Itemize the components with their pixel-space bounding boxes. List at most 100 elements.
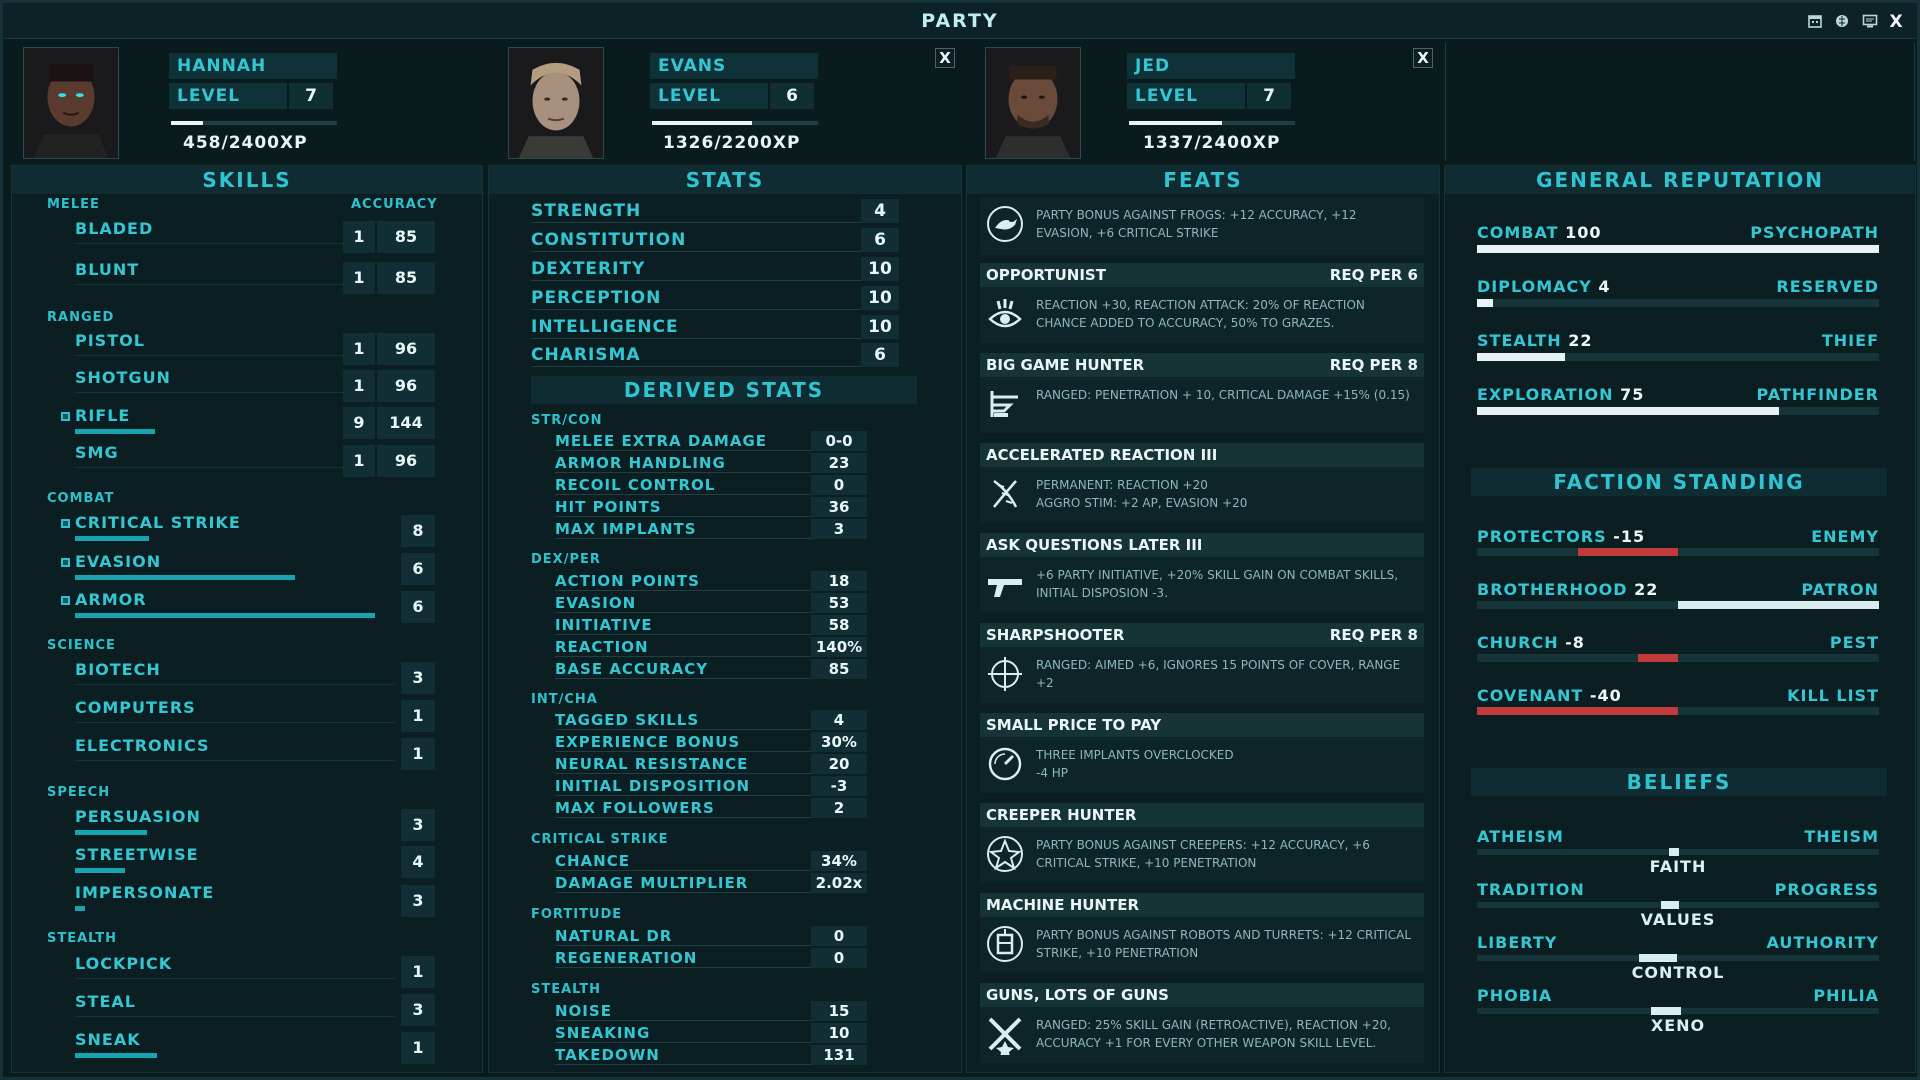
skill-bladed[interactable]: BLADED (75, 219, 153, 238)
skill-electronics[interactable]: ELECTRONICS (75, 736, 210, 755)
feat-card[interactable]: MACHINE HUNTER PARTY BONUS AGAINST ROBOT… (980, 893, 1424, 973)
derived-value: 2.02x (811, 873, 867, 893)
faction-bar-fill (1637, 654, 1678, 662)
skill-lockpick[interactable]: LOCKPICK (75, 954, 172, 973)
belief-marker (1668, 848, 1679, 856)
feat-card[interactable]: OPPORTUNIST REQ PER 6 REACTION +30, REACT… (980, 263, 1424, 343)
skill-smg[interactable]: SMG (75, 443, 119, 462)
skill-steal[interactable]: STEAL (75, 992, 136, 1011)
derived-value: 20 (811, 754, 867, 774)
derived-value: 0-0 (811, 431, 867, 451)
portrait-evans[interactable] (508, 47, 604, 159)
reputation-bar-fill (1477, 407, 1779, 415)
feat-card[interactable]: CREEPER HUNTER PARTY BONUS AGAINST CREEP… (980, 803, 1424, 883)
monitor-icon[interactable] (1861, 13, 1879, 31)
feat-card[interactable]: ASK QUESTIONS LATER III +6 PARTY INITIAT… (980, 533, 1424, 613)
skill-persuasion[interactable]: PERSUASION (75, 807, 201, 826)
faction-brotherhood: BROTHERHOOD 22 PATRON (1477, 580, 1879, 599)
skill-rank: 1 (401, 738, 435, 770)
skill-pistol[interactable]: PISTOL (75, 331, 145, 350)
skill-rank: 1 (401, 1032, 435, 1064)
derived-stat: HIT POINTS (555, 497, 811, 517)
feat-card[interactable]: BIG GAME HUNTER REQ PER 8 RANGED: PENETRA… (980, 353, 1424, 433)
feat-card[interactable]: PARTY BONUS AGAINST FROGS: +12 ACCURACY,… (980, 197, 1424, 255)
reputation-title: GENERAL REPUTATION (1445, 166, 1915, 194)
faction-bar (1477, 601, 1879, 609)
skill-progress-bar (75, 1053, 157, 1058)
level-value: 7 (1247, 83, 1291, 109)
brain-icon[interactable] (1833, 13, 1851, 31)
calendar-icon[interactable] (1806, 13, 1824, 31)
skill-sneak[interactable]: SNEAK (75, 1030, 141, 1049)
portrait-jed[interactable] (985, 47, 1081, 159)
feat-requirement: REQ PER 6 (1329, 266, 1418, 284)
skill-rifle[interactable]: RIFLE (75, 406, 130, 425)
feat-card[interactable]: GUNS, LOTS OF GUNS RANGED: 25% SKILL GAI… (980, 983, 1424, 1063)
stat-value: 10 (861, 315, 899, 339)
derived-stat: INITIAL DISPOSITION (555, 776, 811, 796)
skill-accuracy: 96 (377, 445, 435, 477)
skill-armor[interactable]: ARMOR (75, 590, 147, 609)
faction-bar-fill (1678, 601, 1879, 609)
close-icon[interactable]: X (1887, 13, 1905, 31)
feat-name: SHARPSHOOTER (986, 626, 1125, 644)
skills-title: SKILLS (12, 166, 482, 194)
feat-card[interactable]: ACCELERATED REACTION III PERMANENT: REAC… (980, 443, 1424, 523)
derived-stat: ACTION POINTS (555, 571, 811, 591)
xp-bar-fill (171, 121, 203, 125)
skill-progress-bar (75, 613, 375, 618)
feat-description: RANGED: 25% SKILL GAIN (RETROACTIVE), RE… (1036, 1018, 1391, 1050)
skill-shotgun[interactable]: SHOTGUN (75, 368, 171, 387)
tagged-skill-icon (61, 412, 70, 421)
crosshair-icon (984, 653, 1026, 695)
skill-impersonate[interactable]: IMPERSONATE (75, 883, 214, 902)
stat-intelligence: INTELLIGENCE (531, 315, 861, 339)
derived-value: 36 (811, 497, 867, 517)
empty-party-slot[interactable] (1445, 43, 1915, 161)
skill-computers[interactable]: COMPUTERS (75, 698, 196, 717)
skill-accuracy: 96 (377, 370, 435, 402)
stat-value: 10 (861, 286, 899, 310)
remove-evans-button[interactable]: X (935, 48, 955, 68)
skill-category: SCIENCE (47, 638, 116, 653)
derived-value: -3 (811, 776, 867, 796)
derived-value: 85 (811, 659, 867, 679)
beliefs-title: BELIEFS (1471, 768, 1887, 796)
skill-rank: 1 (343, 262, 375, 294)
character-name: JED (1127, 53, 1295, 79)
derived-stat: INITIATIVE (555, 615, 811, 635)
derived-stat: TAKEDOWN (555, 1045, 811, 1065)
skill-progress-bar (75, 429, 155, 434)
stat-value: 6 (861, 343, 899, 367)
derived-group: INT/CHA (531, 692, 598, 707)
skill-biotech[interactable]: BIOTECH (75, 660, 161, 679)
stat-charisma: CHARISMA (531, 343, 861, 367)
faction-bar (1477, 707, 1879, 715)
feat-description: RANGED: PENETRATION + 10, CRITICAL DAMAG… (1036, 388, 1410, 402)
skill-evasion[interactable]: EVASION (75, 552, 161, 571)
skill-blunt[interactable]: BLUNT (75, 260, 139, 279)
derived-stat: TAGGED SKILLS (555, 710, 811, 730)
feat-card[interactable]: SMALL PRICE TO PAY THREE IMPLANTS OVERCL… (980, 713, 1424, 793)
faction-protectors: PROTECTORS -15 ENEMY (1477, 527, 1879, 546)
remove-jed-button[interactable]: X (1413, 48, 1433, 68)
reputation-bar-fill (1477, 299, 1494, 307)
skill-streetwise[interactable]: STREETWISE (75, 845, 199, 864)
skill-critical-strike[interactable]: CRITICAL STRIKE (75, 513, 241, 532)
feat-name: OPPORTUNIST (986, 266, 1106, 284)
tagged-skill-icon (61, 596, 70, 605)
feat-card[interactable]: SHARPSHOOTER REQ PER 8 RANGED: AIMED +6, … (980, 623, 1424, 703)
faction-bar-fill (1577, 548, 1678, 556)
derived-stat: EVASION (555, 593, 811, 613)
derived-value: 0 (811, 948, 867, 968)
level-value: 7 (289, 83, 333, 109)
faction-bar-fill (1477, 707, 1678, 715)
xp-text: 1337/2400XP (1143, 133, 1281, 153)
feats-title: FEATS (967, 166, 1439, 194)
xp-text: 1326/2200XP (663, 133, 801, 153)
portrait-hannah[interactable] (23, 47, 119, 159)
window-title: PARTY (921, 10, 999, 32)
derived-stats-title: DERIVED STATS (531, 376, 917, 404)
belief-marker (1638, 954, 1677, 962)
skill-rank: 1 (343, 221, 375, 253)
